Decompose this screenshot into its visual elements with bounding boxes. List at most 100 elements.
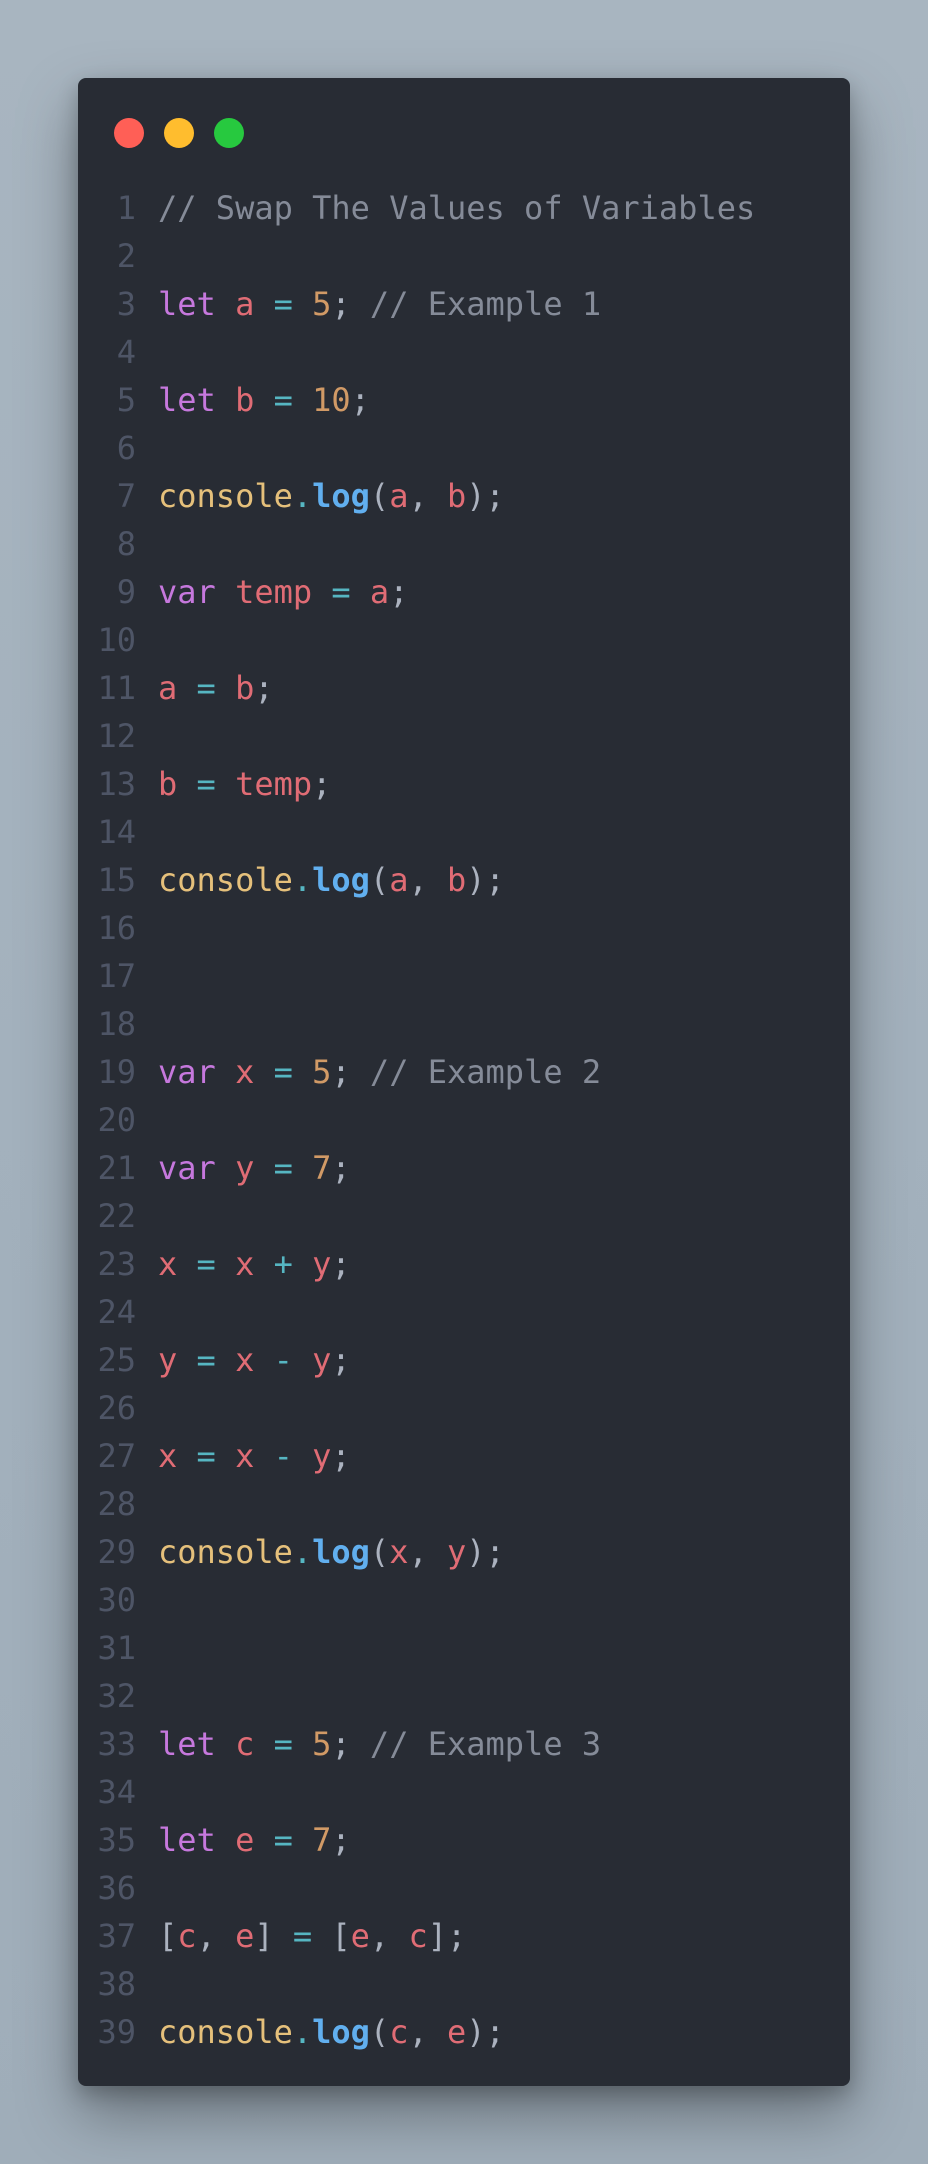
code-token-punc: ;: [331, 285, 351, 323]
code-token-var: b: [446, 861, 467, 899]
code-token-op: =: [273, 381, 293, 419]
code-line: 21 var y = 7;: [78, 1144, 850, 1192]
code-token-var: e: [350, 1917, 370, 1955]
code-line: 9 var temp = a;: [78, 568, 850, 616]
line-content: x = x + y;: [148, 1240, 351, 1288]
line-number: 13: [97, 765, 136, 803]
line-content: [148, 1672, 158, 1720]
code-token-var: x: [158, 1437, 178, 1475]
code-line: 26: [78, 1384, 850, 1432]
code-line: 12: [78, 712, 850, 760]
window-controls: [114, 118, 244, 148]
code-token-op: =: [273, 1821, 293, 1859]
line-content: [148, 520, 158, 568]
maximize-dot[interactable]: [214, 118, 244, 148]
code-token-comment: // Swap The Values of Variables: [158, 189, 756, 227]
code-token-op: =: [292, 1917, 313, 1955]
code-line: 29 console.log(x, y);: [78, 1528, 850, 1576]
code-editor[interactable]: 1// Swap The Values of Variables 2 3 let a …: [78, 184, 850, 2056]
code-token-punc: (: [369, 1533, 390, 1571]
line-number: 3: [116, 285, 136, 323]
code-token-var: b: [446, 477, 467, 515]
code-line: 23 x = x + y;: [78, 1240, 850, 1288]
code-token-op: =: [273, 285, 293, 323]
minimize-dot[interactable]: [164, 118, 194, 148]
line-content: var x = 5; // Example 2: [148, 1048, 601, 1096]
code-line: 33 let c = 5; // Example 3: [78, 1720, 850, 1768]
code-token-fn: log: [312, 2013, 370, 2051]
code-token-num: 7: [312, 1149, 332, 1187]
code-token-fn: log: [312, 1533, 370, 1571]
line-content: [c, e] = [e, c];: [148, 1912, 466, 1960]
code-token-var: a: [369, 573, 390, 611]
line-number: 2: [116, 237, 136, 275]
code-line: 37 [c, e] = [e, c];: [78, 1912, 850, 1960]
line-content: [148, 904, 158, 952]
code-line: 31: [78, 1624, 850, 1672]
code-token-op: =: [196, 669, 216, 707]
line-number: 18: [97, 1005, 136, 1043]
code-line: 10: [78, 616, 850, 664]
line-content: b = temp;: [148, 760, 331, 808]
code-token-fn: log: [312, 861, 370, 899]
line-number: 37: [97, 1917, 136, 1955]
line-number: 35: [97, 1821, 136, 1859]
code-token-op: -: [273, 1437, 293, 1475]
line-content: x = x - y;: [148, 1432, 351, 1480]
code-line: 35 let e = 7;: [78, 1816, 850, 1864]
code-line: 32: [78, 1672, 850, 1720]
code-line: 18: [78, 1000, 850, 1048]
code-token-obj: console: [158, 1533, 293, 1571]
line-number: 27: [97, 1437, 136, 1475]
code-token-num: 7: [312, 1821, 332, 1859]
line-number: 31: [97, 1629, 136, 1667]
line-content: [148, 712, 158, 760]
line-number: 29: [97, 1533, 136, 1571]
code-token-var: temp: [235, 573, 313, 611]
line-number: 8: [116, 525, 136, 563]
close-dot[interactable]: [114, 118, 144, 148]
code-token-op: .: [292, 2013, 313, 2051]
line-number: 20: [97, 1101, 136, 1139]
code-token-num: 5: [312, 285, 332, 323]
line-content: var temp = a;: [148, 568, 408, 616]
code-token-op: -: [273, 1341, 293, 1379]
line-number: 7: [116, 477, 136, 515]
code-line: 8: [78, 520, 850, 568]
code-token-punc: (: [369, 2013, 390, 2051]
line-number: 1: [116, 189, 136, 227]
code-token-var: e: [235, 1821, 255, 1859]
code-line: 22: [78, 1192, 850, 1240]
code-token-var: b: [235, 669, 255, 707]
code-token-var: x: [235, 1053, 255, 1091]
code-token-obj: console: [158, 477, 293, 515]
code-token-punc: (: [369, 861, 390, 899]
line-number: 36: [97, 1869, 136, 1907]
line-number: 28: [97, 1485, 136, 1523]
code-token-keyword: var: [158, 1053, 216, 1091]
code-token-punc: ;: [331, 1149, 351, 1187]
code-token-punc: ,: [408, 1533, 447, 1571]
code-line: 16: [78, 904, 850, 952]
line-content: console.log(a, b);: [148, 472, 505, 520]
code-token-var: y: [446, 1533, 467, 1571]
code-token-comment: // Example 3: [369, 1725, 602, 1763]
code-line: 28: [78, 1480, 850, 1528]
code-token-var: temp: [235, 765, 313, 803]
code-token-punc: ;: [350, 381, 370, 419]
code-token-punc: );: [466, 1533, 505, 1571]
